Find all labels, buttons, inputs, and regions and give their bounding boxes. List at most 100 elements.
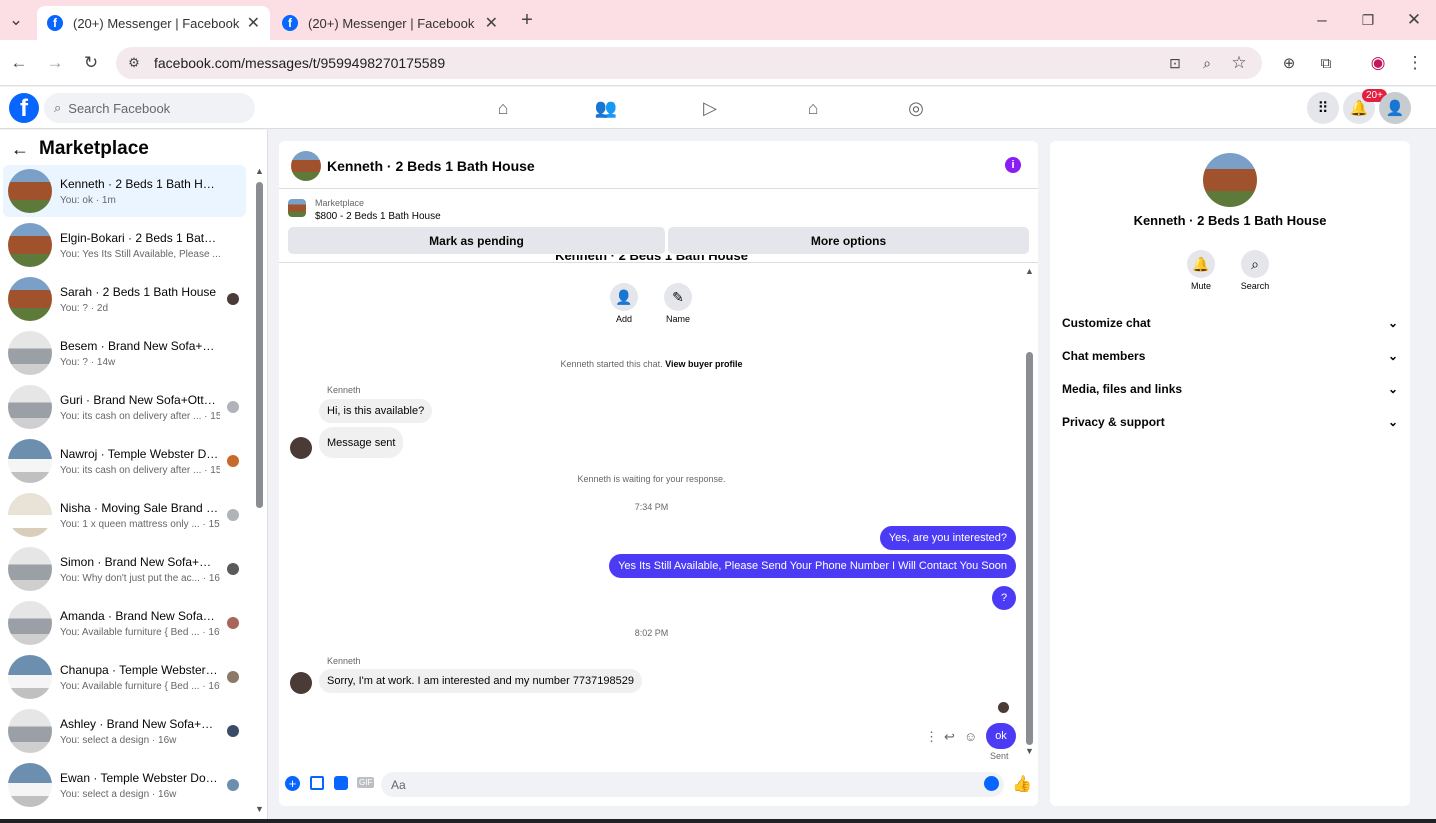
video-icon[interactable]: ▷ [697,95,723,121]
conversation-item[interactable]: Nisha · Moving Sale Brand N... You: 1 x q… [3,489,246,541]
facebook-logo-icon[interactable]: f [9,93,39,123]
conversation-preview: You: ? · 2d [60,302,109,314]
reply-icon[interactable]: ↩ [944,729,955,745]
chat-members-section[interactable]: Chat members ⌄ [1062,346,1398,366]
incoming-message[interactable]: Hi, is this available? [319,399,433,423]
minimize-icon[interactable]: – [1310,8,1334,32]
sent-status: Sent [990,751,1009,761]
scroll-down-icon[interactable]: ▼ [255,804,264,814]
conversation-item[interactable]: Guri · Brand New Sofa+Otto... You: its ca… [3,381,246,433]
conversation-item[interactable]: Amanda · Brand New Sofa+O... You: Availab… [3,597,246,649]
conversation-item[interactable]: Elgin-Bokari · 2 Beds 1 Bath Ho... You: Y… [3,219,246,271]
conversation-thumb [8,709,52,753]
outgoing-message[interactable]: ? [992,586,1016,610]
close-window-icon[interactable]: ✕ [1402,8,1426,32]
listing-thumb[interactable] [288,199,306,217]
section-label: Privacy & support [1062,415,1165,429]
privacy-support-section[interactable]: Privacy & support ⌄ [1062,412,1398,432]
url-bar[interactable]: facebook.com/messages/t/9599498270175589 [116,47,1262,79]
facebook-search-input[interactable]: ⌕ Search Facebook [44,93,255,123]
edit-name-icon[interactable]: ✎ [664,283,692,311]
sidebar-scrollbar[interactable] [256,182,263,508]
mark-as-pending-button[interactable]: Mark as pending [288,227,665,254]
conversation-name: Ashley · Brand New Sofa+Ott... [60,716,220,731]
emoji-icon[interactable] [984,776,999,791]
restore-icon[interactable]: ❐ [1356,8,1380,32]
more-actions-icon[interactable]: ⋮ [925,729,938,745]
home-icon[interactable]: ⌂ [490,95,516,121]
conversation-name: Guri · Brand New Sofa+Otto... [60,392,220,407]
forward-icon[interactable]: → [43,51,67,75]
search-icon[interactable]: ⌕ [1241,250,1269,278]
site-info-icon[interactable]: ⚙ [122,51,146,75]
facebook-favicon-icon: f [47,15,63,31]
conversation-item[interactable]: Chanupa · Temple Webster D... You: Availa… [3,651,246,703]
tab-list-icon[interactable]: ⌄ [4,8,28,32]
close-tab-icon[interactable]: ✕ [485,13,498,33]
like-icon[interactable]: 👍 [1012,774,1032,794]
conversation-name: Chanupa · Temple Webster D... [60,662,220,677]
assistant-icon[interactable]: ⊕ [1277,51,1301,75]
media-files-section[interactable]: Media, files and links ⌄ [1062,379,1398,399]
customize-chat-section[interactable]: Customize chat ⌄ [1062,313,1398,333]
friends-icon[interactable]: 👥 [593,95,619,121]
conversation-item[interactable]: Simon · Brand New Sofa+Ott... You: Why do… [3,543,246,595]
sticker-icon[interactable] [334,776,348,790]
conversation-item[interactable]: Sarah · 2 Beds 1 Bath House You: ? · 2d [3,273,246,325]
sender-avatar[interactable] [290,437,312,459]
gif-icon[interactable]: GIF [357,777,375,788]
outgoing-row: Yes Its Still Available, Please Send You… [279,554,1016,578]
conversation-item[interactable]: Ewan · Temple Webster Doub... You: select… [3,759,246,811]
tab-messenger-2[interactable]: f (20+) Messenger | Facebook ✕ [272,6,508,40]
incoming-message[interactable]: Message sent [319,427,404,458]
add-person-icon[interactable]: 👤 [610,283,638,311]
profile-icon[interactable]: ◉ [1366,51,1390,75]
conversation-item[interactable]: Besem · Brand New Sofa+Otto... You: ? · 1… [3,327,246,379]
back-arrow-icon[interactable]: ← [11,139,29,160]
sender-avatar[interactable] [290,672,312,694]
groups-icon[interactable]: ◎ [903,95,929,121]
outgoing-message[interactable]: Yes, are you interested? [879,526,1016,550]
message-input[interactable]: Aa [381,772,1004,797]
participant-mini-avatar [227,293,239,305]
add-label: Add [615,314,632,324]
extensions-icon[interactable]: ⧉ [1314,51,1338,75]
chat-avatar[interactable] [291,151,321,181]
account-avatar[interactable]: 👤 [1379,92,1411,124]
close-tab-icon[interactable]: ✕ [247,13,260,33]
back-icon[interactable]: ← [7,51,31,75]
chat-scrollbar[interactable] [1026,352,1033,745]
install-app-icon[interactable]: ⊡ [1163,51,1187,75]
tab-messenger-1[interactable]: f (20+) Messenger | Facebook ✕ [37,6,270,40]
conversation-item[interactable]: Kenneth · 2 Beds 1 Bath House You: ok · 1… [3,165,246,217]
zoom-icon[interactable]: ⌕ [1195,51,1219,75]
incoming-message[interactable]: Sorry, I'm at work. I am interested and … [319,669,642,693]
bookmark-star-icon[interactable]: ☆ [1227,51,1251,75]
conversation-item[interactable]: Nawroj · Temple Webster Do... You: its ca… [3,435,246,487]
facebook-favicon-icon: f [282,15,298,31]
more-attachments-icon[interactable]: + [285,776,300,791]
new-tab-icon[interactable]: + [515,8,539,32]
marketplace-icon[interactable]: ⌂ [800,95,826,121]
menu-icon[interactable]: ⋮ [1403,51,1427,75]
reload-icon[interactable]: ↻ [79,51,103,75]
info-icon[interactable]: i [1005,157,1021,173]
outgoing-message[interactable]: ok [986,723,1016,749]
chat-title[interactable]: Kenneth · 2 Beds 1 Bath House [327,158,535,174]
scroll-up-icon[interactable]: ▲ [255,166,264,176]
profile-avatar[interactable] [1203,153,1257,207]
react-icon[interactable]: ☺ [964,729,977,744]
outgoing-message[interactable]: Yes Its Still Available, Please Send You… [609,554,1016,578]
listing-title[interactable]: $800 - 2 Beds 1 Bath House [315,211,441,222]
menu-grid-icon[interactable]: ⠿ [1307,92,1339,124]
scroll-up-icon[interactable]: ▲ [1025,266,1034,276]
scroll-down-icon[interactable]: ▼ [1025,746,1034,756]
conversation-item[interactable]: Ashley · Brand New Sofa+Ott... You: selec… [3,705,246,757]
more-options-button[interactable]: More options [668,227,1029,254]
conversation-thumb [8,331,52,375]
photo-icon[interactable] [310,776,324,790]
view-buyer-profile-link[interactable]: View buyer profile [665,359,742,369]
bell-icon[interactable]: 🔔 [1187,250,1215,278]
conversation-text: Ashley · Brand New Sofa+Ott... You: selec… [60,717,220,746]
conversation-preview: You: ? · 14w [60,356,116,368]
